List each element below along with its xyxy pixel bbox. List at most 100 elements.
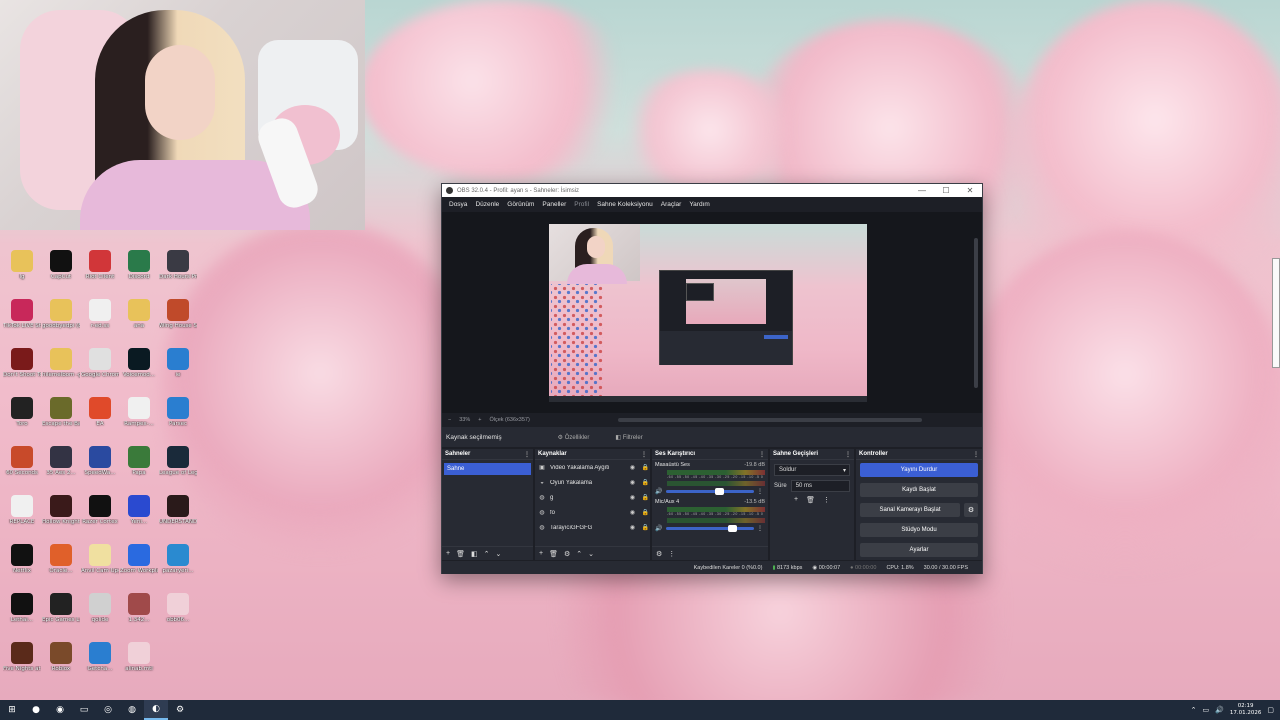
source-properties-icon[interactable]: ⚙: [564, 550, 570, 558]
preview-vertical-scrollbar[interactable]: [974, 238, 978, 388]
menu-item-5[interactable]: Sahne Koleksiyonu: [593, 201, 657, 208]
desktop-icon[interactable]: Zoom Workplace: [120, 544, 158, 575]
windows-start-icon[interactable]: ⊞: [0, 700, 24, 720]
source-item[interactable]: ◍ fo ◉ 🔒: [535, 505, 650, 520]
minimize-button[interactable]: —: [910, 186, 934, 195]
lock-icon[interactable]: 🔒: [641, 479, 650, 486]
volume-slider[interactable]: [666, 525, 754, 532]
channel-menu-icon[interactable]: ⋮: [757, 488, 765, 495]
eye-icon[interactable]: ◉: [628, 464, 637, 471]
add-transition-icon[interactable]: +: [794, 496, 798, 504]
desktop-icon[interactable]: alinab.mtl: [120, 642, 158, 673]
preview-horizontal-scrollbar[interactable]: [618, 418, 922, 422]
move-down-icon[interactable]: ⌄: [495, 550, 501, 558]
file-explorer-icon[interactable]: ▭: [72, 700, 96, 720]
delete-scene-icon[interactable]: 🗑: [456, 550, 465, 558]
volume-icon[interactable]: 🔊: [1215, 706, 1224, 714]
mixer-menu-icon[interactable]: ⋮: [668, 550, 675, 558]
desktop-icon[interactable]: 60 Seconds: [3, 446, 41, 477]
source-item[interactable]: ▣ Video Yakalama Aygıtı ◉ 🔒: [535, 460, 650, 475]
menu-item-1[interactable]: Düzenle: [471, 201, 503, 208]
dock-menu-icon[interactable]: ⋮: [973, 451, 979, 458]
control-button-4[interactable]: Ayarlar: [860, 543, 978, 557]
desktop-icon[interactable]: Papa: [120, 446, 158, 477]
speaker-icon[interactable]: 🔊: [655, 488, 663, 495]
obs-window[interactable]: OBS 32.0.4 - Profil: ayan s - Sahneler: …: [441, 183, 983, 574]
desktop-icon[interactable]: SpeedWa...: [81, 446, 119, 477]
lock-icon[interactable]: 🔒: [641, 494, 650, 501]
notification-icon[interactable]: ▢: [1267, 706, 1274, 714]
volume-knob[interactable]: [728, 525, 737, 532]
desktop-icon[interactable]: pazaryeri...: [159, 544, 197, 575]
zoom-scale-label[interactable]: Ölçek (636x357): [489, 417, 529, 423]
desktop-icon[interactable]: lg: [3, 250, 41, 281]
chrome-icon[interactable]: ◎: [96, 700, 120, 720]
eye-icon[interactable]: ◉: [628, 524, 637, 531]
menu-item-2[interactable]: Görünüm: [503, 201, 538, 208]
desktop-icon[interactable]: Epic Games Launcher: [42, 593, 80, 624]
scene-filter-icon[interactable]: ◧: [471, 550, 478, 558]
desktop-icon[interactable]: ana: [120, 299, 158, 330]
control-button-2[interactable]: Sanal Kamerayı Başlat: [860, 503, 960, 517]
zoom-out-button[interactable]: −: [448, 417, 451, 423]
desktop-icon[interactable]: Razer Cortex: [81, 495, 119, 526]
control-button-3[interactable]: Stüdyo Modu: [860, 523, 978, 537]
properties-button[interactable]: ⚙ Özellikler: [552, 431, 596, 444]
program-preview[interactable]: [549, 224, 867, 402]
obs-icon[interactable]: ◐: [144, 700, 168, 720]
source-item[interactable]: ◍ TarayıcıGFGFG ◉ 🔒: [535, 520, 650, 535]
settings-icon[interactable]: ⚙: [168, 700, 192, 720]
lock-icon[interactable]: 🔒: [641, 524, 650, 531]
desktop-icon[interactable]: Riot Client: [81, 250, 119, 281]
volume-slider[interactable]: [666, 488, 754, 495]
dock-menu-icon[interactable]: ⋮: [759, 451, 765, 458]
desktop-icon[interactable]: Roblox: [42, 642, 80, 673]
virtual-camera-settings-icon[interactable]: ⚙: [964, 503, 978, 517]
desktop-icon[interactable]: Toro: [3, 397, 41, 428]
desktop-icon[interactable]: League of Legends: [159, 446, 197, 477]
desktop-icon[interactable]: UNDERSTAND: [159, 495, 197, 526]
desktop-icon[interactable]: Discord: [120, 250, 158, 281]
source-item[interactable]: ◒ Oyun Yakalama ◉ 🔒: [535, 475, 650, 490]
delete-source-icon[interactable]: 🗑: [549, 550, 558, 558]
offscreen-window-edge[interactable]: [1272, 258, 1280, 368]
preview-area[interactable]: [442, 212, 982, 413]
obs-title-bar[interactable]: OBS 32.0.4 - Profil: ayan s - Sahneler: …: [442, 184, 982, 197]
dock-menu-icon[interactable]: ⋮: [524, 451, 530, 458]
desktop-icon[interactable]: Netflix: [3, 544, 41, 575]
desktop-icon[interactable]: Rampex-...: [120, 397, 158, 428]
desktop-icon[interactable]: REPLACE: [3, 495, 41, 526]
desktop-icon[interactable]: r-ed.ss: [81, 299, 119, 330]
menu-item-7[interactable]: Yardım: [685, 201, 713, 208]
volume-knob[interactable]: [714, 488, 724, 495]
desktop-icon[interactable]: Google Chrome: [81, 348, 119, 379]
desktop-icon[interactable]: Voicemod...: [120, 348, 158, 379]
dock-menu-icon[interactable]: ⋮: [845, 451, 851, 458]
lock-icon[interactable]: 🔒: [641, 464, 650, 471]
filters-button[interactable]: ◧ Filtreler: [609, 431, 648, 444]
speaker-icon[interactable]: 🔊: [655, 525, 663, 532]
eye-icon[interactable]: ◉: [628, 479, 637, 486]
desktop-icon[interactable]: qolide: [81, 593, 119, 624]
edge-icon[interactable]: ◉: [48, 700, 72, 720]
move-up-icon[interactable]: ⌃: [484, 550, 490, 558]
scene-item[interactable]: Sahne: [444, 463, 531, 475]
desktop-icon[interactable]: hilemelbom -gedir: [42, 348, 80, 379]
desktop-icon[interactable]: TikTok LIVE Studio: [3, 299, 41, 330]
add-source-icon[interactable]: +: [539, 550, 543, 557]
desktop-icon[interactable]: Don't Shoot Together: [3, 348, 41, 379]
chevron-up-icon[interactable]: ⌃: [1191, 706, 1197, 714]
desktop-icon[interactable]: Wing House Simulator S...: [159, 299, 197, 330]
transition-menu-icon[interactable]: ⋮: [823, 496, 830, 504]
desktop-icon[interactable]: 35 Aes 2...: [42, 446, 80, 477]
duration-input[interactable]: 50 ms: [790, 480, 850, 492]
transition-select[interactable]: Soldur ▾: [774, 464, 850, 476]
menu-item-4[interactable]: Profil: [570, 201, 593, 208]
desktop-icon[interactable]: Five Nights at Freddy's 4: [3, 642, 41, 673]
desktop-icon[interactable]: 1.342...: [120, 593, 158, 624]
move-down-icon[interactable]: ⌄: [588, 550, 594, 558]
close-button[interactable]: ✕: [958, 186, 982, 195]
desktop-icon[interactable]: CapCut: [42, 250, 80, 281]
dock-menu-icon[interactable]: ⋮: [641, 451, 647, 458]
desktop-icon[interactable]: Lethal...: [3, 593, 41, 624]
